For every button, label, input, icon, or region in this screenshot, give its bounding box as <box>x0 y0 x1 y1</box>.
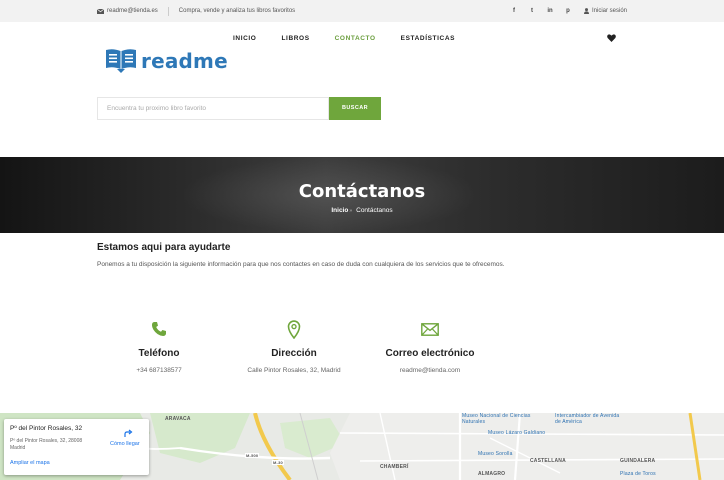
directions-link[interactable]: Cómo llegar <box>110 441 140 447</box>
heart-icon[interactable] <box>607 34 616 42</box>
linkedin-icon[interactable]: in <box>546 8 554 14</box>
contact-email-title: Correo electrónico <box>385 348 475 359</box>
map-label-m30: M-30 <box>272 460 284 465</box>
envelope-icon <box>97 8 104 14</box>
top-bar-left: readme@tienda.es Compra, vende y analiza… <box>97 0 295 22</box>
contact-email: Correo electrónico readme@tienda.com <box>350 318 510 374</box>
map-label-plaza-toros: Plaza de Toros <box>620 471 656 477</box>
map-label-intercambiador: Intercambiador de Avenida de América <box>555 413 620 425</box>
nav-contacto[interactable]: CONTACTO <box>335 35 376 42</box>
map-place-address: Pº del Pintor Rosales, 32, 28008 Madrid <box>10 438 83 451</box>
site-header: readme INICIO LIBROS CONTACTO ESTADÍSTIC… <box>0 22 724 157</box>
breadcrumb-separator-icon: » <box>349 208 353 214</box>
map-label-chamberi: CHAMBERÍ <box>380 464 409 470</box>
map-label-museo-ciencias: Museo Nacional de Ciencias Naturales <box>462 413 531 425</box>
map-label-castellana: CASTELLANA <box>530 458 566 464</box>
user-icon <box>583 8 589 14</box>
page-title: Contáctanos <box>298 181 426 202</box>
search-button[interactable]: BUSCAR <box>329 97 381 120</box>
top-bar-email[interactable]: readme@tienda.es <box>97 8 158 14</box>
main-nav: INICIO LIBROS CONTACTO ESTADÍSTICAS <box>233 35 455 42</box>
nav-libros[interactable]: LIBROS <box>281 35 309 42</box>
pinterest-icon[interactable]: p <box>564 8 572 14</box>
map-info-card: Pº del Pintor Rosales, 32 Pº del Pintor … <box>4 419 149 475</box>
help-text: Ponemos a tu disposición la siguiente in… <box>97 261 505 268</box>
breadcrumb: Inicio» Contáctanos <box>0 207 724 214</box>
map-pin-icon <box>287 319 301 339</box>
map-embed[interactable]: ARAVACA CHAMBERÍ ALMAGRO CASTELLANA GUIN… <box>0 413 724 480</box>
help-heading: Estamos aqui para ayudarte <box>97 242 231 253</box>
login-label: Iniciar sesión <box>591 8 627 14</box>
top-bar-divider <box>167 6 169 16</box>
breadcrumb-home[interactable]: Inicio <box>331 207 348 214</box>
hero-banner: Contáctanos Inicio» Contáctanos <box>0 157 724 233</box>
login-link[interactable]: Iniciar sesión <box>583 8 627 14</box>
map-label-aravaca: ARAVACA <box>165 416 191 422</box>
envelope-icon <box>421 322 439 336</box>
nav-estadisticas[interactable]: ESTADÍSTICAS <box>401 35 455 42</box>
directions-icon[interactable] <box>124 429 133 438</box>
map-label-guindalera: GUINDALERA <box>620 458 656 464</box>
top-bar-email-text: readme@tienda.es <box>107 8 158 14</box>
book-logo-icon <box>106 49 136 73</box>
nav-inicio[interactable]: INICIO <box>233 35 256 42</box>
map-label-m500: M-500 <box>245 453 260 458</box>
logo-text: readme <box>141 48 228 73</box>
logo[interactable]: readme <box>105 48 228 73</box>
enlarge-map-link[interactable]: Ampliar el mapa <box>10 460 50 466</box>
map-place-title: Pº del Pintor Rosales, 32 <box>10 425 83 432</box>
twitter-icon[interactable]: t <box>528 8 536 14</box>
top-bar-tagline: Compra, vende y analiza tus libros favor… <box>178 8 296 14</box>
map-label-almagro: ALMAGRO <box>478 471 506 477</box>
map-label-museo-sorolla: Museo Sorolla <box>478 451 513 457</box>
phone-icon <box>151 322 166 336</box>
breadcrumb-current: Contáctanos <box>356 207 393 214</box>
facebook-icon[interactable]: f <box>510 8 518 14</box>
contact-email-value: readme@tienda.com <box>399 367 461 374</box>
top-bar: readme@tienda.es Compra, vende y analiza… <box>0 0 724 22</box>
map-label-museo-lazaro: Museo Lázaro Galdiano <box>488 430 546 436</box>
top-bar-right: f t in p Iniciar sesión <box>510 0 627 22</box>
search-input[interactable]: Encuentra tu proximo libro favorito <box>97 97 329 120</box>
